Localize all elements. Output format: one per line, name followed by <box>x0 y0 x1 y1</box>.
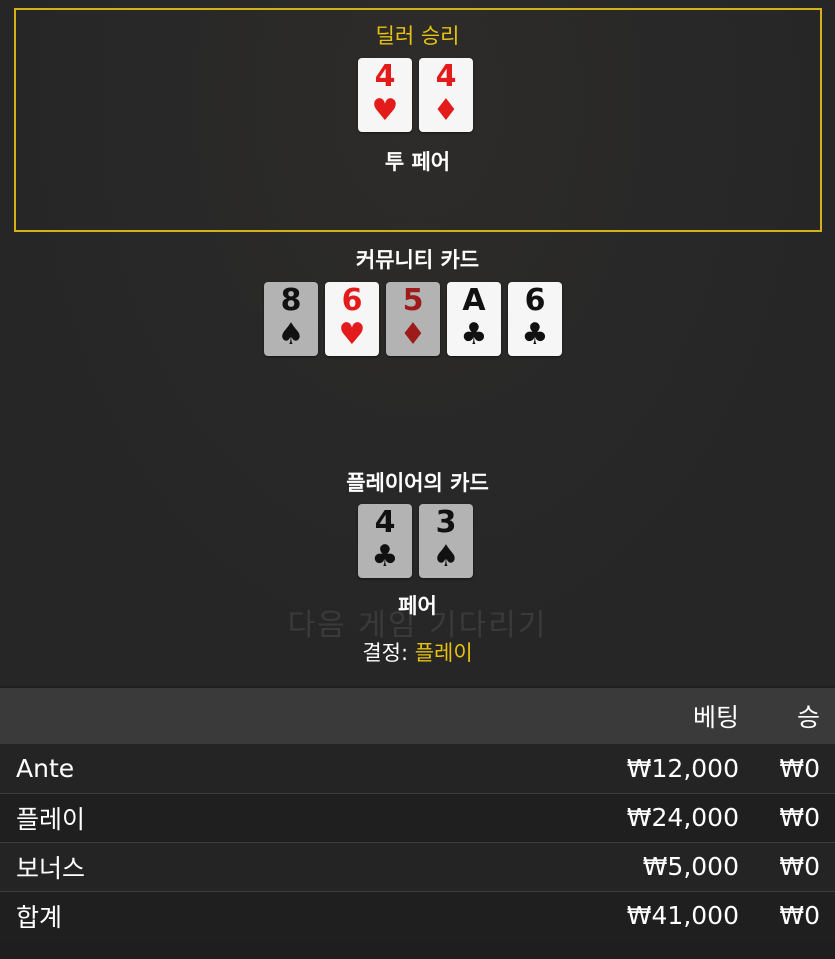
game-area: 다음 게임 기다리기 딜러 승리 4 ♥ 4 ♦ 투 페어 커뮤니티 카드 8 ♠ 6 ♥ 5… <box>0 0 835 686</box>
header-bet: 베팅 <box>692 703 739 732</box>
card-suit-icon: ♦ <box>432 93 460 128</box>
win-amount: ₩0 <box>779 852 820 881</box>
bet-amount: ₩24,000 <box>626 803 739 832</box>
playing-card: A ♣ <box>447 282 501 356</box>
card-suit-icon: ♣ <box>521 317 549 352</box>
player-cards-title: 플레이어의 카드 <box>346 471 489 495</box>
card-rank: 4 <box>374 59 396 94</box>
bet-name: 보너스 <box>16 853 86 883</box>
card-suit-icon: ♦ <box>399 317 427 352</box>
bet-amount: ₩5,000 <box>642 852 739 881</box>
header-name <box>0 688 565 744</box>
playing-card: 3 ♠ <box>419 504 473 578</box>
total-bet: ₩41,000 <box>626 901 739 931</box>
playing-card: 4 ♦ <box>419 58 473 132</box>
total-win: ₩0 <box>779 901 820 931</box>
bet-row-play: 플레이 ₩24,000 ₩0 <box>0 793 835 842</box>
player-cards: 4 ♣ 3 ♠ <box>358 504 480 578</box>
bets-table: 베팅 승 Ante ₩12,000 ₩0 플레이 ₩24,000 ₩0 보너스 … <box>0 688 835 940</box>
playing-card: 8 ♠ <box>264 282 318 356</box>
community-cards: 8 ♠ 6 ♥ 5 ♦ A ♣ 6 ♣ <box>264 282 569 356</box>
card-suit-icon: ♥ <box>338 317 366 352</box>
card-rank: 3 <box>435 505 457 540</box>
card-rank: 4 <box>374 505 396 540</box>
playing-card: 4 ♣ <box>358 504 412 578</box>
card-suit-icon: ♠ <box>277 317 305 352</box>
playing-card: 6 ♥ <box>325 282 379 356</box>
card-rank: 8 <box>280 283 302 318</box>
card-suit-icon: ♥ <box>371 93 399 128</box>
community-cards-title: 커뮤니티 카드 <box>355 248 480 272</box>
bet-row-bonus: 보너스 ₩5,000 ₩0 <box>0 842 835 891</box>
decision-value: 플레이 <box>414 641 473 665</box>
bet-amount: ₩12,000 <box>626 753 739 783</box>
dealer-hand-name: 투 페어 <box>384 150 451 174</box>
playing-card: 4 ♥ <box>358 58 412 132</box>
bet-row-total: 합계 ₩41,000 ₩0 <box>0 891 835 940</box>
card-suit-icon: ♠ <box>432 539 460 574</box>
decision-label: 결정: <box>362 641 409 665</box>
card-suit-icon: ♣ <box>460 317 488 352</box>
bets-table-header: 베팅 승 <box>0 688 835 744</box>
win-amount: ₩0 <box>779 803 820 832</box>
win-amount: ₩0 <box>779 753 820 783</box>
dealer-cards: 4 ♥ 4 ♦ <box>358 58 480 132</box>
dealer-result-label: 딜러 승리 <box>375 24 460 48</box>
card-rank: A <box>462 283 486 318</box>
playing-card: 5 ♦ <box>386 282 440 356</box>
player-hand-name: 페어 <box>398 594 437 618</box>
header-win: 승 <box>796 703 820 732</box>
card-rank: 5 <box>402 283 424 318</box>
card-rank: 4 <box>435 59 457 94</box>
card-rank: 6 <box>341 283 363 318</box>
playing-card: 6 ♣ <box>508 282 562 356</box>
bet-row-ante: Ante ₩12,000 ₩0 <box>0 744 835 793</box>
player-decision: 결정: 플레이 <box>0 637 835 667</box>
card-suit-icon: ♣ <box>371 539 399 574</box>
total-name: 합계 <box>16 902 63 932</box>
bet-name: 플레이 <box>16 804 86 834</box>
card-rank: 6 <box>524 283 546 318</box>
bet-name: Ante <box>16 753 75 783</box>
